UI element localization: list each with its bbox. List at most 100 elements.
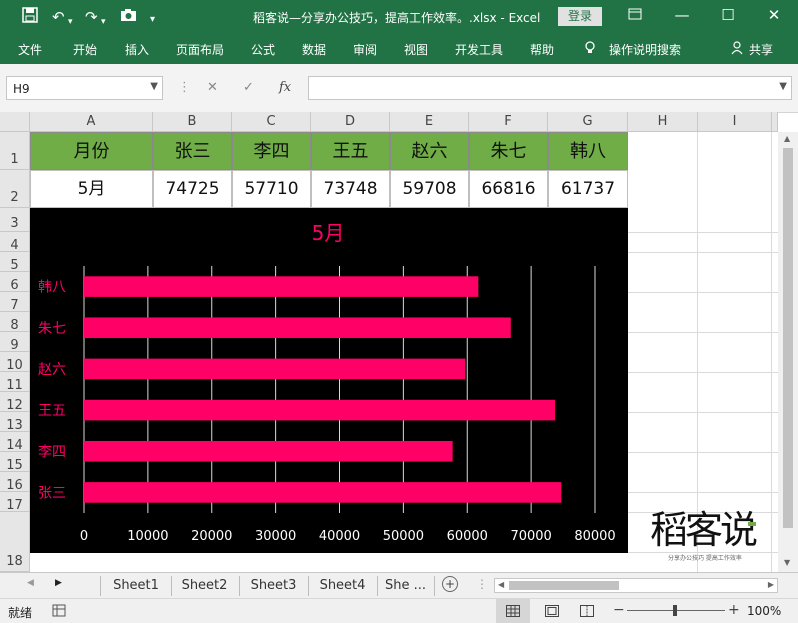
zoom-out-icon[interactable]: − (613, 602, 625, 618)
tab-insert[interactable]: 插入 (125, 41, 149, 58)
page-layout-view-icon[interactable] (545, 605, 559, 620)
name-box[interactable]: H9 ▼ (6, 76, 163, 100)
tab-file[interactable]: 文件 (18, 41, 42, 58)
tab-home[interactable]: 开始 (73, 41, 97, 58)
confirm-icon[interactable]: ✓ (243, 80, 254, 95)
row-header-12[interactable]: 12 (0, 392, 30, 413)
undo-dropdown-icon[interactable]: ▾ (68, 12, 73, 32)
redo-icon[interactable]: ↷ (85, 7, 98, 27)
sheet-tab-4[interactable]: Sheet4 (308, 576, 378, 596)
tab-view[interactable]: 视图 (404, 41, 428, 58)
scroll-right-icon[interactable]: ▶ (768, 580, 774, 589)
column-header-e[interactable]: E (390, 112, 469, 132)
row-header-15[interactable]: 15 (0, 452, 30, 473)
save-icon[interactable] (22, 7, 38, 28)
row-header-18[interactable]: 18 (0, 512, 30, 572)
row-header-7[interactable]: 7 (0, 292, 30, 313)
cell-g1[interactable]: 韩八 (548, 132, 628, 170)
cell-d1[interactable]: 王五 (311, 132, 390, 170)
cell-e2[interactable]: 59708 (390, 170, 469, 208)
column-header-d[interactable]: D (311, 112, 390, 132)
normal-view-icon[interactable] (496, 599, 530, 623)
macro-record-icon[interactable] (52, 604, 66, 620)
undo-icon[interactable]: ↶ (52, 7, 65, 27)
cancel-icon[interactable]: ✕ (207, 80, 218, 95)
expand-formula-icon[interactable]: ▼ (779, 81, 787, 92)
camera-icon[interactable] (120, 7, 137, 27)
bar-chart[interactable]: 5月 0 10000 20000 30000 40000 50000 60000 70000 80… (30, 208, 628, 553)
zoom-level[interactable]: 100% (747, 604, 781, 618)
cell-a1[interactable]: 月份 (30, 132, 153, 170)
close-icon[interactable]: ✕ (764, 6, 784, 24)
tab-help[interactable]: 帮助 (530, 41, 554, 58)
minimize-icon[interactable]: — (672, 6, 692, 24)
maximize-icon[interactable]: ☐ (718, 6, 738, 24)
cell-f1[interactable]: 朱七 (469, 132, 548, 170)
tab-review[interactable]: 审阅 (353, 41, 377, 58)
cell-g2[interactable]: 61737 (548, 170, 628, 208)
select-all-corner[interactable] (0, 112, 30, 132)
row-header-2[interactable]: 2 (0, 170, 30, 208)
share-button[interactable]: 共享 (749, 41, 773, 58)
row-header-8[interactable]: 8 (0, 312, 30, 333)
redo-dropdown-icon[interactable]: ▾ (101, 12, 106, 32)
cell-b2[interactable]: 74725 (153, 170, 232, 208)
login-button[interactable]: 登录 (558, 7, 602, 26)
cell-d2[interactable]: 73748 (311, 170, 390, 208)
page-break-view-icon[interactable] (580, 605, 594, 620)
sheet-nav-next-icon[interactable]: ▶ (55, 578, 62, 588)
tell-me-search[interactable]: 操作说明搜索 (609, 41, 681, 58)
cell-e1[interactable]: 赵六 (390, 132, 469, 170)
scroll-down-icon[interactable]: ▼ (784, 558, 790, 567)
row-header-5[interactable]: 5 (0, 252, 30, 273)
column-header-g[interactable]: G (548, 112, 628, 132)
scroll-thumb[interactable] (783, 148, 793, 528)
customize-icon[interactable]: ▾ (150, 10, 155, 30)
cell-a2[interactable]: 5月 (30, 170, 153, 208)
column-header-i[interactable]: I (698, 112, 772, 132)
row-header-1[interactable]: 1 (0, 132, 30, 170)
row-header-6[interactable]: 6 (0, 272, 30, 293)
zoom-slider-thumb[interactable] (673, 605, 677, 616)
tab-page-layout[interactable]: 页面布局 (176, 41, 224, 58)
column-header-h[interactable]: H (628, 112, 698, 132)
sheet-nav-prev-icon[interactable]: ◀ (27, 578, 34, 588)
insert-function-icon[interactable]: fx (279, 80, 291, 95)
add-sheet-icon[interactable]: + (442, 576, 458, 592)
tab-data[interactable]: 数据 (302, 41, 326, 58)
vertical-scrollbar[interactable]: ▲ ▼ (778, 132, 798, 572)
column-header-a[interactable]: A (30, 112, 153, 132)
sheet-tab-1[interactable]: Sheet1 (100, 576, 172, 596)
row-header-11[interactable]: 11 (0, 372, 30, 393)
column-header-b[interactable]: B (153, 112, 232, 132)
row-header-13[interactable]: 13 (0, 412, 30, 433)
cell-c2[interactable]: 57710 (232, 170, 311, 208)
scroll-up-icon[interactable]: ▲ (784, 134, 790, 143)
row-header-17[interactable]: 17 (0, 492, 30, 513)
column-header-c[interactable]: C (232, 112, 311, 132)
cell-f2[interactable]: 66816 (469, 170, 548, 208)
chevron-down-icon[interactable]: ▼ (150, 81, 158, 92)
cell-b1[interactable]: 张三 (153, 132, 232, 170)
row-header-3[interactable]: 3 (0, 208, 30, 232)
scroll-left-icon[interactable]: ◀ (498, 580, 504, 589)
row-header-16[interactable]: 16 (0, 472, 30, 493)
h-scroll-thumb[interactable] (509, 581, 619, 590)
zoom-in-icon[interactable]: + (728, 602, 740, 618)
horizontal-scrollbar[interactable]: ◀ ▶ (494, 578, 778, 593)
row-header-10[interactable]: 10 (0, 352, 30, 373)
tab-developer[interactable]: 开发工具 (455, 41, 503, 58)
ribbon-display-icon[interactable] (625, 6, 645, 24)
sheet-tab-more[interactable]: She ... (377, 576, 435, 596)
formula-input[interactable]: ▼ (308, 76, 792, 100)
watermark-subtext: 分享办公技巧 提高工作效率 (668, 555, 742, 562)
row-header-4[interactable]: 4 (0, 232, 30, 253)
x-tick-label: 70000 (510, 529, 551, 544)
row-header-14[interactable]: 14 (0, 432, 30, 453)
cell-c1[interactable]: 李四 (232, 132, 311, 170)
row-header-9[interactable]: 9 (0, 332, 30, 353)
sheet-tab-2[interactable]: Sheet2 (170, 576, 240, 596)
tab-formulas[interactable]: 公式 (251, 41, 275, 58)
column-header-f[interactable]: F (469, 112, 548, 132)
sheet-tab-3[interactable]: Sheet3 (239, 576, 309, 596)
